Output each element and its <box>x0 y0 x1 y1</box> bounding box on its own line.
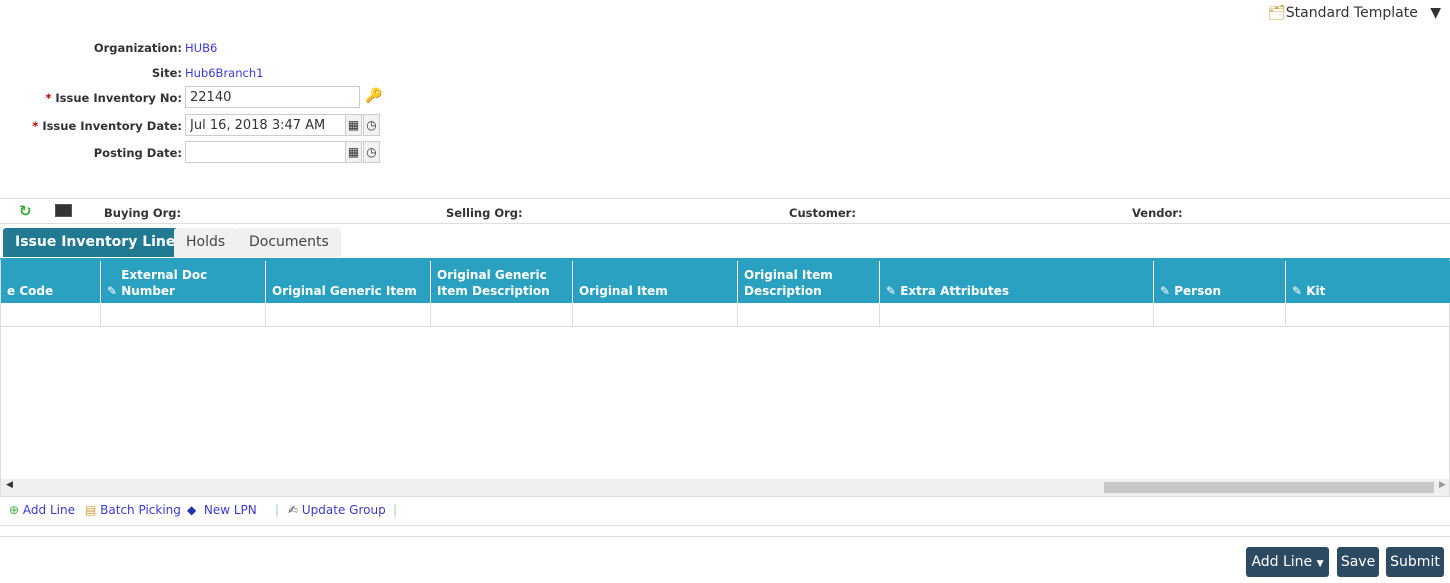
box-icon: ▤ <box>85 503 97 517</box>
key-icon[interactable]: 🔑 <box>365 88 382 104</box>
issue-no-label: * Issue Inventory No: <box>45 91 182 105</box>
tab-documents[interactable]: Documents <box>237 228 341 257</box>
pencil-icon: ✎ <box>886 284 901 298</box>
table-cell[interactable] <box>266 303 431 327</box>
table-cell[interactable] <box>431 303 573 327</box>
table-cell[interactable] <box>880 303 1154 327</box>
selling-org-label: Selling Org: <box>446 206 523 220</box>
pencil-icon: ✎ <box>1292 284 1307 298</box>
site-label: Site: <box>151 66 182 80</box>
save-button[interactable]: Save <box>1337 547 1379 577</box>
buying-org-label: Buying Org: <box>104 206 182 220</box>
issue-no-input[interactable] <box>185 86 360 108</box>
caret-down-icon: ▼ <box>1430 5 1442 21</box>
refresh-icon[interactable]: ↻ <box>19 202 32 220</box>
column-header[interactable]: ✎ Person <box>1154 261 1286 303</box>
column-header[interactable]: ✎ Kit <box>1286 261 1450 303</box>
add-line-button[interactable]: Add Line ▼ <box>1246 547 1329 577</box>
update-group-link[interactable]: ✍ Update Group <box>288 503 386 517</box>
column-header[interactable]: Original Item Description <box>738 261 880 303</box>
template-selector[interactable]: 🗂Standard Template ▼ <box>1268 5 1441 21</box>
template-label: Standard Template <box>1285 5 1418 21</box>
info-bar: ↻ Buying Org: Selling Org: Customer: Ven… <box>0 198 1450 224</box>
pencil-icon: ✎ <box>107 284 122 298</box>
submit-button[interactable]: Submit <box>1386 547 1444 577</box>
column-header[interactable]: ✎ Extra Attributes <box>880 261 1154 303</box>
new-lpn-link[interactable]: ◆ New LPN <box>187 503 257 517</box>
tab-issue-inventory-lines[interactable]: Issue Inventory Lines <box>3 228 196 257</box>
column-header[interactable]: Original Generic Item Description <box>431 261 573 303</box>
calendar-icon[interactable]: ▦ <box>345 141 362 163</box>
tab-holds[interactable]: Holds <box>174 228 238 257</box>
pencil-icon: ✎ <box>1160 284 1175 298</box>
template-icon: 🗂 <box>1268 5 1286 21</box>
organization-value: HUB6 <box>185 41 218 55</box>
tag-icon: ◆ <box>187 503 197 517</box>
edit-list-icon: ✍ <box>288 503 299 517</box>
separator: | <box>393 503 398 517</box>
table-cell[interactable] <box>738 303 880 327</box>
clock-icon[interactable]: ◷ <box>363 114 380 136</box>
column-header[interactable]: Original Item <box>573 261 738 303</box>
table-cell[interactable] <box>1 303 101 327</box>
calendar-icon[interactable]: ▦ <box>345 114 362 136</box>
posting-date-input[interactable] <box>185 141 346 163</box>
lines-grid: e Code ✎ External Doc Number Original Ge… <box>0 258 1450 497</box>
table-cell[interactable] <box>573 303 738 327</box>
table-cell[interactable] <box>101 303 266 327</box>
table-cell[interactable] <box>1286 303 1450 327</box>
column-header[interactable]: Original Generic Item <box>266 261 431 303</box>
add-line-link[interactable]: ⊕ Add Line <box>9 503 75 517</box>
organization-label: Organization: <box>93 41 182 55</box>
list-view-icon[interactable] <box>55 204 72 217</box>
scroll-right-icon[interactable]: ▶ <box>1439 480 1446 490</box>
horizontal-scrollbar[interactable]: ◀ ▶ <box>1 479 1449 496</box>
scroll-left-icon[interactable]: ◀ <box>6 480 13 490</box>
caret-down-icon: ▼ <box>1316 559 1324 569</box>
plus-circle-icon: ⊕ <box>9 503 20 517</box>
vendor-label: Vendor: <box>1132 206 1183 220</box>
customer-label: Customer: <box>789 206 856 220</box>
column-header[interactable]: e Code <box>1 261 101 303</box>
scrollbar-thumb[interactable] <box>1104 482 1434 493</box>
clock-icon[interactable]: ◷ <box>363 141 380 163</box>
issue-date-input[interactable] <box>185 114 346 136</box>
issue-date-label: * Issue Inventory Date: <box>32 119 182 133</box>
separator: | <box>275 503 280 517</box>
posting-date-label: Posting Date: <box>93 146 182 160</box>
batch-picking-link[interactable]: ▤ Batch Picking <box>85 503 181 517</box>
site-value: Hub6Branch1 <box>185 66 264 80</box>
divider <box>0 536 1450 537</box>
table-cell[interactable] <box>1154 303 1286 327</box>
column-header[interactable]: ✎ External Doc Number <box>101 261 266 303</box>
